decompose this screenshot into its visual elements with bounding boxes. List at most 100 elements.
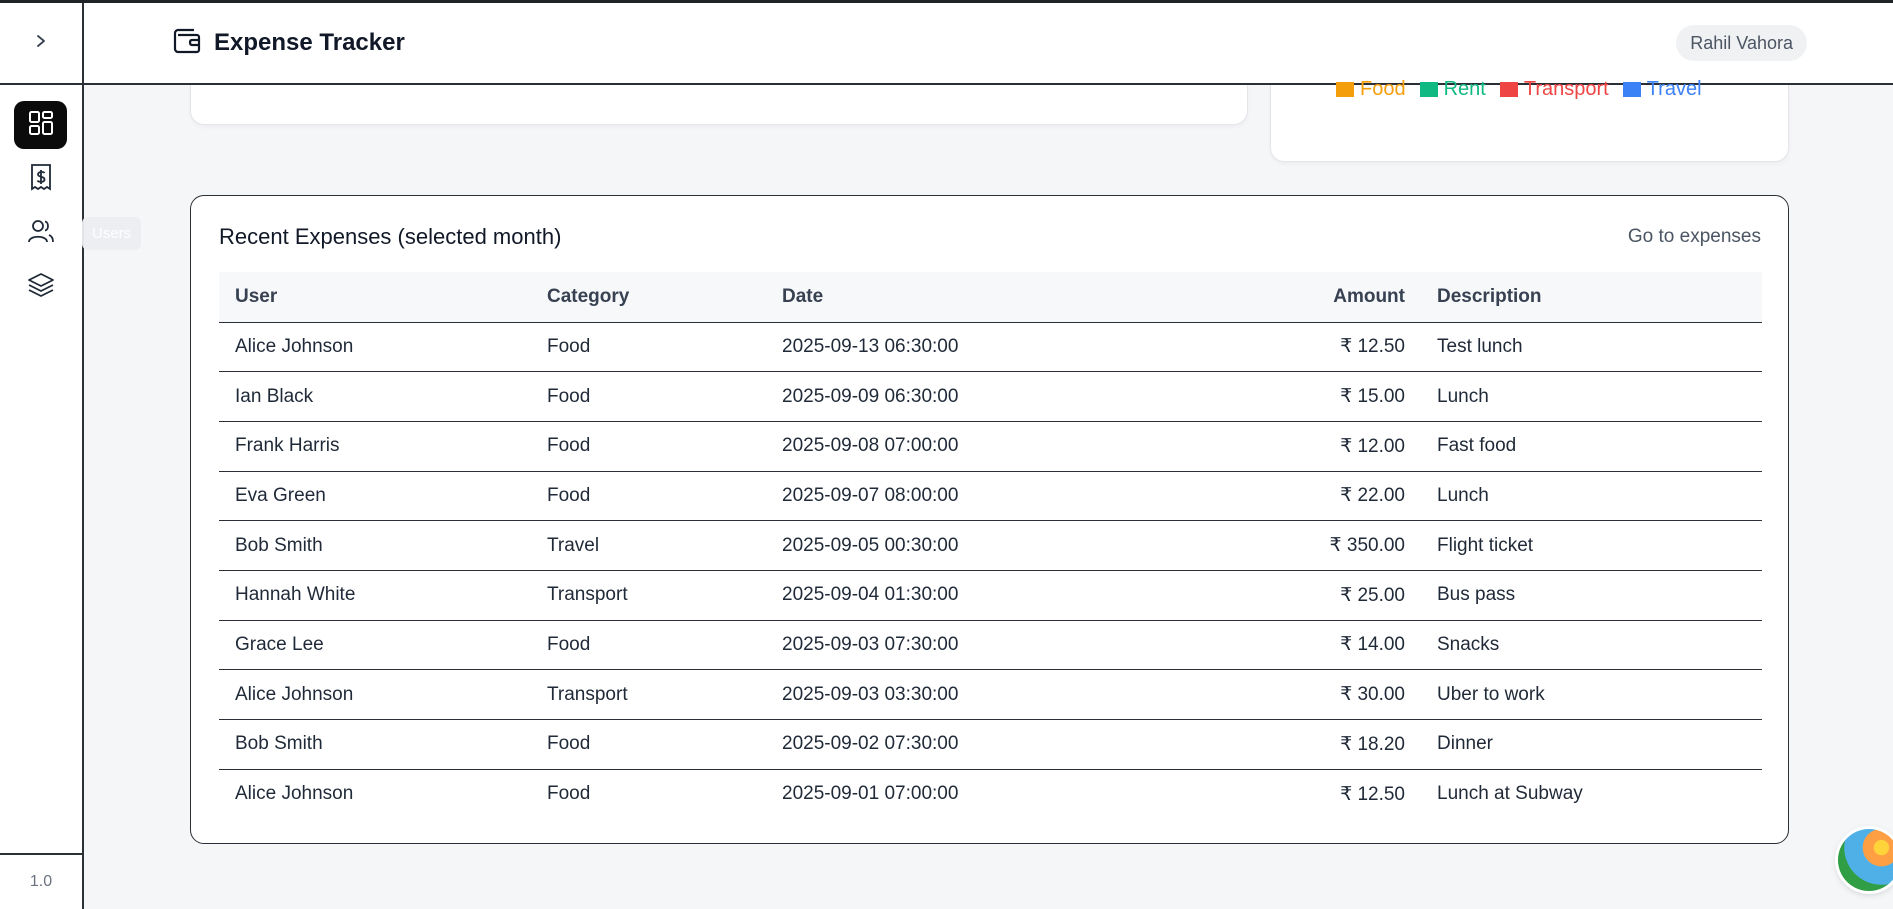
cell-user: Hannah White <box>219 570 531 621</box>
cell-user: Alice Johnson <box>235 783 354 805</box>
cell-amount: ₹ 15.00 <box>1066 371 1421 422</box>
sidebar-tooltip: Users <box>82 217 142 250</box>
cell-amount: ₹ 30.00 <box>1066 669 1421 720</box>
recent-expenses-table: User Category Date Amount Description Al… <box>219 272 1762 819</box>
legend-label: Rent <box>1443 78 1486 100</box>
cell-description: Dinner <box>1421 719 1762 770</box>
top-header: Expense Tracker Rahil Vahora <box>84 3 1893 85</box>
layers-icon <box>27 271 55 304</box>
go-to-expenses-link[interactable]: Go to expenses <box>1628 226 1761 248</box>
sidebar-item-dashboard[interactable] <box>14 101 67 149</box>
legend-item-transport[interactable]: Transport <box>1499 78 1609 101</box>
table-row[interactable]: Eva Green Food 2025-09-07 08:00:00 ₹ 22.00 L… <box>219 471 1762 522</box>
legend-swatch <box>1499 82 1518 97</box>
recent-expenses-title: Recent Expenses (selected month) <box>219 224 562 249</box>
table-row[interactable]: Bob Smith Food 2025-09-02 07:30:00 ₹ 18.20 D… <box>219 719 1762 770</box>
cell-amount: ₹ 18.20 <box>1066 719 1421 770</box>
brand: Expense Tracker <box>172 3 405 83</box>
cell-description: Test lunch <box>1421 322 1762 373</box>
cell-user: Frank Harris <box>219 421 531 472</box>
cell-category: Food <box>547 783 591 805</box>
column-header-user[interactable]: User <box>219 272 531 323</box>
cell-description: Bus pass <box>1421 570 1762 621</box>
floating-assistant-avatar[interactable] <box>1838 829 1893 891</box>
cell-user: Alice Johnson <box>219 669 531 720</box>
cell-category: Transport <box>531 570 766 621</box>
table-row[interactable]: Alice Johnson Food 2025-09-13 06:30:00 ₹ 12… <box>219 322 1762 373</box>
cell-amount: ₹ 22.00 <box>1066 471 1421 522</box>
cell-date: 2025-09-02 07:30:00 <box>766 719 1066 770</box>
summary-card-bottom <box>190 85 1248 125</box>
column-header-description[interactable]: Description <box>1421 272 1762 323</box>
cell-user: Bob Smith <box>219 719 531 770</box>
sidebar-toggle-button[interactable] <box>0 3 82 85</box>
legend-item-travel[interactable]: Travel <box>1622 78 1702 101</box>
wallet-icon <box>172 26 202 61</box>
cell-amount: ₹ 12.00 <box>1066 421 1421 472</box>
legend-swatch <box>1419 82 1438 97</box>
legend-label: Food <box>1360 78 1406 100</box>
cell-date: 2025-09-03 07:30:00 <box>766 620 1066 671</box>
cell-user: Bob Smith <box>219 520 531 571</box>
app-version: 1.0 <box>0 853 82 909</box>
legend-label: Transport <box>1523 78 1609 100</box>
cell-date: 2025-09-05 00:30:00 <box>766 520 1066 571</box>
dashboard-icon <box>28 110 54 141</box>
table-row[interactable]: Grace Lee Food 2025-09-03 07:30:00 ₹ 14.00 S… <box>219 620 1762 671</box>
cell-category: Food <box>531 471 766 522</box>
cell-date: 2025-09-07 08:00:00 <box>766 471 1066 522</box>
cell-amount: ₹ 12.50 <box>1066 322 1421 373</box>
legend-swatch <box>1336 82 1354 97</box>
table-row[interactable]: Ian Black Food 2025-09-09 06:30:00 ₹ 15.00 L… <box>219 371 1762 422</box>
chart-legend: Food Rent Transport Travel <box>1336 78 1702 101</box>
cell-description: Lunch at Subway <box>1437 783 1583 805</box>
legend-item-rent[interactable]: Rent <box>1419 78 1486 101</box>
cell-date: 2025-09-01 07:00:00 <box>782 783 959 805</box>
cell-category: Transport <box>531 669 766 720</box>
legend-swatch <box>1622 82 1641 97</box>
table-row[interactable]: Hannah White Transport 2025-09-04 01:30:00… <box>219 570 1762 621</box>
sidebar: 1.0 <box>0 3 84 909</box>
sidebar-item-users[interactable] <box>14 209 67 257</box>
cell-description: Uber to work <box>1421 669 1762 720</box>
cell-amount: ₹ 25.00 <box>1066 570 1421 621</box>
user-menu-button[interactable]: Rahil Vahora <box>1676 25 1807 61</box>
column-header-date[interactable]: Date <box>766 272 1066 323</box>
cell-user: Alice Johnson <box>219 322 531 373</box>
cell-amount: ₹ 12.50 <box>1340 783 1405 805</box>
column-header-category[interactable]: Category <box>531 272 766 323</box>
cell-date: 2025-09-03 03:30:00 <box>766 669 1066 720</box>
cell-description: Lunch <box>1421 371 1762 422</box>
cell-category: Food <box>531 719 766 770</box>
table-row[interactable]: Bob Smith Travel 2025-09-05 00:30:00 ₹ 350.… <box>219 520 1762 571</box>
users-icon <box>27 218 55 249</box>
table-row[interactable]: Alice Johnson Transport 2025-09-03 03:30:0… <box>219 669 1762 720</box>
table-header-row: User Category Date Amount Description <box>219 272 1762 323</box>
cell-amount: ₹ 14.00 <box>1066 620 1421 671</box>
cell-date: 2025-09-04 01:30:00 <box>766 570 1066 621</box>
cell-user: Ian Black <box>219 371 531 422</box>
sidebar-item-categories[interactable] <box>14 263 67 311</box>
cell-user: Grace Lee <box>219 620 531 671</box>
receipt-dollar-icon <box>28 163 54 196</box>
cell-category: Food <box>531 322 766 373</box>
chevron-right-icon <box>34 34 48 53</box>
cell-description: Fast food <box>1421 421 1762 472</box>
column-header-amount[interactable]: Amount <box>1066 272 1421 323</box>
legend-item-food[interactable]: Food <box>1336 78 1406 101</box>
cell-description: Lunch <box>1421 471 1762 522</box>
cell-category: Travel <box>531 520 766 571</box>
cell-user: Eva Green <box>219 471 531 522</box>
cell-description: Snacks <box>1421 620 1762 671</box>
cell-date: 2025-09-08 07:00:00 <box>766 421 1066 472</box>
cell-category: Food <box>531 421 766 472</box>
table-row[interactable]: Frank Harris Food 2025-09-08 07:00:00 ₹ 12.… <box>219 421 1762 472</box>
cell-date: 2025-09-13 06:30:00 <box>766 322 1066 373</box>
sidebar-item-expenses[interactable] <box>14 155 67 203</box>
legend-label: Travel <box>1646 78 1702 100</box>
recent-expenses-card: Recent Expenses (selected month) Go to e… <box>190 195 1789 844</box>
cell-date: 2025-09-09 06:30:00 <box>766 371 1066 422</box>
version-label: 1.0 <box>29 873 53 890</box>
cell-category: Food <box>531 620 766 671</box>
table-row[interactable]: Alice Johnson Food 2025-09-01 07:00:00 ₹ 12… <box>219 769 1762 819</box>
